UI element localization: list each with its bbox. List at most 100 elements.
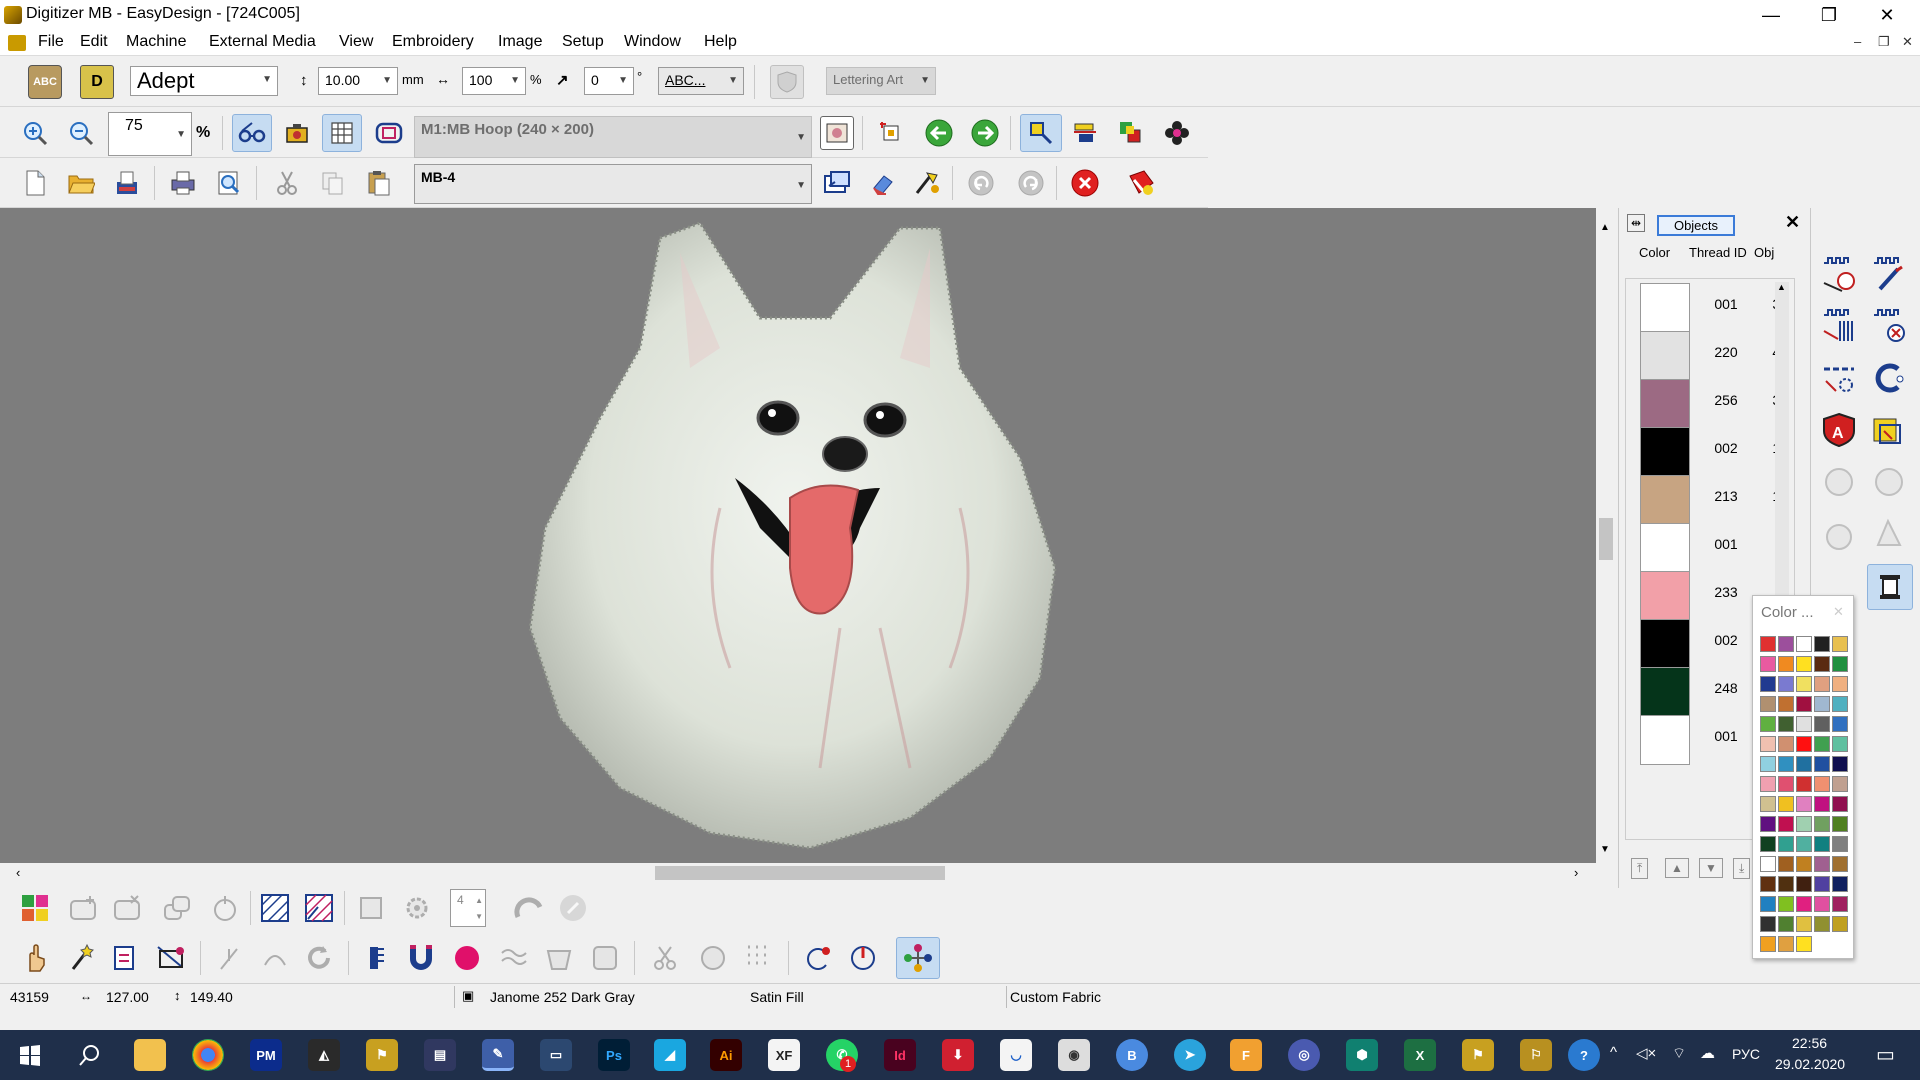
color-cell[interactable] [1760, 936, 1776, 952]
sequence-icon[interactable] [874, 116, 908, 150]
color-cell[interactable] [1832, 736, 1848, 752]
fill-pattern-icon[interactable] [258, 891, 292, 925]
vertical-scroll-thumb[interactable] [1599, 518, 1613, 560]
wifi-icon[interactable]: ⌔ [1672, 1044, 1686, 1063]
color-cell[interactable] [1796, 876, 1812, 892]
menu-view[interactable]: View [339, 33, 373, 51]
digitizer-icon[interactable]: ⚑ [366, 1039, 398, 1071]
search-icon[interactable] [74, 1039, 106, 1071]
color-cell[interactable] [1760, 716, 1776, 732]
insert-point-icon[interactable] [212, 941, 246, 975]
monogram-icon[interactable]: D [80, 65, 114, 99]
color-cell[interactable] [1760, 896, 1776, 912]
color-cell[interactable] [1814, 656, 1830, 672]
redo-icon[interactable] [1014, 166, 1048, 200]
mdi-close-button[interactable]: ✕ [1902, 34, 1913, 50]
color-cell[interactable] [1832, 656, 1848, 672]
curve-point-icon[interactable] [258, 941, 292, 975]
color-cell[interactable] [1832, 856, 1848, 872]
excel-icon[interactable]: X [1404, 1039, 1436, 1071]
scroll-left-icon[interactable]: ‹ [16, 865, 20, 880]
language-indicator[interactable]: РУС [1732, 1046, 1760, 1062]
auto-fabric-icon[interactable] [1867, 408, 1911, 452]
xf-app-icon[interactable]: XF [768, 1039, 800, 1071]
copy-icon[interactable] [316, 166, 350, 200]
close-button[interactable]: ✕ [1858, 0, 1916, 30]
width-input[interactable]: 100 ▼ [462, 67, 526, 95]
color-cell[interactable] [1760, 636, 1776, 652]
color-cell[interactable] [1760, 696, 1776, 712]
photo-stitch-icon[interactable] [1817, 460, 1861, 504]
color-cell[interactable] [1796, 656, 1812, 672]
notifications-icon[interactable]: ▭ [1876, 1042, 1895, 1067]
color-cell[interactable] [1760, 736, 1776, 752]
restore-button[interactable]: ❐ [1800, 0, 1858, 30]
color-cell[interactable] [1778, 636, 1794, 652]
color-cell[interactable] [1778, 656, 1794, 672]
color-sort-icon[interactable] [18, 891, 52, 925]
pm-app-icon[interactable]: PM [250, 1039, 282, 1071]
vector-app-icon[interactable]: ◢ [654, 1039, 686, 1071]
color-cell[interactable] [1814, 816, 1830, 832]
color-cell[interactable] [1778, 776, 1794, 792]
move-first-icon[interactable]: ⤒ [1631, 858, 1649, 879]
color-cell[interactable] [1796, 696, 1812, 712]
color-list-item[interactable]: 22040 [1626, 327, 1788, 381]
color-cell[interactable] [1832, 916, 1848, 932]
lettering-style-select[interactable]: ABC... ▼ [658, 67, 744, 95]
color-cell[interactable] [1796, 756, 1812, 772]
color-cell[interactable] [1832, 816, 1848, 832]
color-cell[interactable] [1814, 796, 1830, 812]
color-list-item[interactable]: 00212 [1626, 423, 1788, 477]
color-cell[interactable] [1778, 916, 1794, 932]
sewing-app-icon[interactable]: ◉ [1058, 1039, 1090, 1071]
color-cell[interactable] [1796, 776, 1812, 792]
color-cell[interactable] [1760, 816, 1776, 832]
align-icon[interactable] [1068, 116, 1102, 150]
color-cell[interactable] [1778, 736, 1794, 752]
color-cell[interactable] [1778, 676, 1794, 692]
hoop-position-icon[interactable] [208, 891, 242, 925]
select-object-icon[interactable] [1020, 114, 1062, 152]
remove-hoop-icon[interactable] [110, 891, 144, 925]
move-down-icon[interactable]: ▼ [1699, 858, 1723, 878]
start-point-icon[interactable] [800, 941, 834, 975]
color-cell[interactable] [1832, 696, 1848, 712]
menu-machine[interactable]: Machine [126, 33, 186, 51]
wave-fill-icon[interactable] [542, 941, 576, 975]
color-cell[interactable] [1778, 696, 1794, 712]
trace-icon[interactable] [696, 941, 730, 975]
color-cell[interactable] [1832, 836, 1848, 852]
color-list-item[interactable]: 00133 [1626, 279, 1788, 333]
vertical-scrollbar[interactable]: ▲ ▼ [1596, 208, 1616, 863]
magnet-icon[interactable] [404, 941, 438, 975]
color-cell[interactable] [1796, 916, 1812, 932]
help-tray-icon[interactable]: ? [1568, 1039, 1600, 1071]
color-cell[interactable] [1814, 896, 1830, 912]
scroll-right-icon[interactable]: › [1574, 865, 1578, 880]
multi-hoop-icon[interactable] [160, 891, 194, 925]
zoom-out-icon[interactable] [64, 116, 98, 150]
color-cell[interactable] [1832, 876, 1848, 892]
end-point-icon[interactable] [846, 941, 880, 975]
show-image-icon[interactable] [280, 116, 314, 150]
color-cell[interactable] [1760, 796, 1776, 812]
applique-icon[interactable]: A [1817, 408, 1861, 452]
print-icon[interactable] [166, 166, 200, 200]
count-spinner[interactable]: 4 ▲ ▼ [450, 889, 486, 927]
menu-image[interactable]: Image [498, 33, 542, 51]
magic-wand-icon[interactable] [64, 941, 98, 975]
motif-stitch-icon[interactable] [1867, 304, 1911, 348]
spiral-app-icon[interactable]: ◎ [1288, 1039, 1320, 1071]
color-list-item[interactable]: 25631 [1626, 375, 1788, 429]
rotate-icon[interactable] [302, 941, 336, 975]
pan-hand-icon[interactable] [18, 941, 52, 975]
color-cell[interactable] [1814, 776, 1830, 792]
screen-tool-icon[interactable]: ▭ [540, 1039, 572, 1071]
settings-gear-icon[interactable] [400, 891, 434, 925]
hex-app-icon[interactable]: ⬢ [1346, 1039, 1378, 1071]
menu-file[interactable]: File [38, 33, 64, 51]
open-folder-icon[interactable] [64, 166, 98, 200]
dots-grid-icon[interactable] [742, 941, 776, 975]
scissors-icon[interactable] [648, 941, 682, 975]
